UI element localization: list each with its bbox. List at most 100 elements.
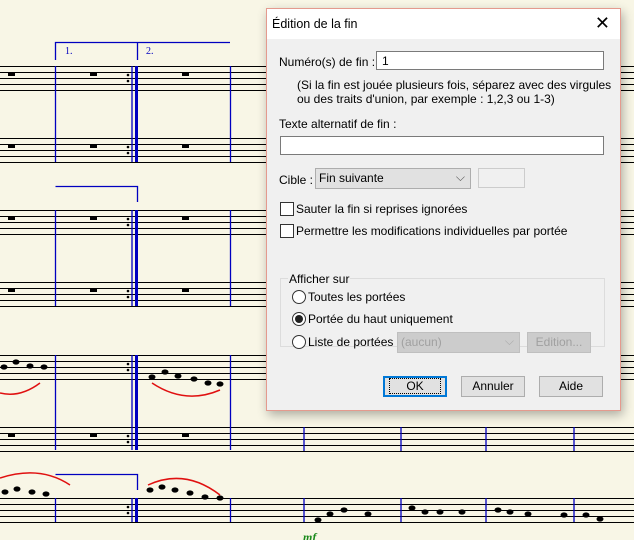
target-label: Cible : (279, 173, 314, 187)
note-head (1, 489, 9, 495)
whole-rest (8, 145, 15, 148)
whole-rest (8, 217, 15, 220)
hint-text-2: ou des traits d'union, par exemple : 1,2… (297, 92, 555, 106)
repeat-dot (126, 145, 130, 149)
note-head (186, 490, 194, 496)
chevron-down-icon: ⌵ (504, 334, 514, 348)
whole-rest (182, 217, 189, 220)
note-head (28, 489, 36, 495)
note-head (201, 494, 209, 500)
skip-ending-checkbox[interactable] (280, 202, 294, 216)
note-head (158, 484, 166, 490)
skip-ending-label[interactable]: Sauter la fin si reprises ignorées (296, 202, 467, 216)
repeat-dot (126, 289, 130, 293)
whole-rest (8, 434, 15, 437)
radio-staff-list[interactable] (292, 335, 306, 349)
show-on-group-label: Afficher sur (288, 272, 351, 286)
note-head (436, 509, 444, 515)
note-head (190, 376, 198, 382)
note-head (174, 373, 182, 379)
whole-rest (90, 73, 97, 76)
whole-rest (90, 145, 97, 148)
repeat-dot (126, 79, 130, 83)
staff-list-value: (aucun) (401, 335, 442, 349)
radio-all-staves[interactable] (292, 290, 306, 304)
title-bar: Édition de la fin ✕ (267, 9, 620, 39)
note-head (216, 381, 224, 387)
repeat-dot (126, 440, 130, 444)
staff-list-select[interactable]: (aucun) ⌵ (397, 332, 520, 353)
dynamic-mark: mf (303, 530, 317, 540)
note-head (596, 516, 604, 522)
note-head (314, 517, 322, 523)
note-head (146, 487, 154, 493)
repeat-dot (126, 73, 130, 77)
whole-rest (90, 217, 97, 220)
radio-all-staves-label[interactable]: Toutes les portées (308, 290, 405, 304)
repeat-dot (126, 434, 130, 438)
allow-individual-label[interactable]: Permettre les modifications individuelle… (296, 224, 567, 238)
whole-rest (182, 73, 189, 76)
target-extra-field (478, 168, 525, 188)
alt-text-label: Texte alternatif de fin : (279, 117, 397, 131)
note-head (506, 509, 514, 515)
close-icon[interactable]: ✕ (595, 13, 610, 33)
cancel-button[interactable]: Annuler (461, 376, 525, 397)
note-head (560, 512, 568, 518)
ending-1-label: 1. (65, 46, 73, 57)
note-head (582, 512, 590, 518)
whole-rest (8, 289, 15, 292)
ok-label: OK (389, 378, 441, 394)
hint-text-1: (Si la fin est jouée plusieurs fois, sép… (297, 78, 612, 92)
whole-rest (90, 434, 97, 437)
target-value: Fin suivante (319, 171, 384, 185)
allow-individual-checkbox[interactable] (280, 224, 294, 238)
whole-rest (182, 289, 189, 292)
note-head (524, 511, 532, 517)
repeat-dot (126, 505, 130, 509)
radio-top-staff[interactable] (292, 312, 306, 326)
note-head (171, 487, 179, 493)
ending-numbers-label: Numéro(s) de fin : (279, 55, 376, 69)
note-head (13, 486, 21, 492)
repeat-dot (126, 223, 130, 227)
note-head (26, 363, 34, 369)
note-head (161, 369, 169, 375)
ending-2-label: 2. (146, 46, 154, 57)
dialog-title: Édition de la fin (272, 17, 358, 31)
whole-rest (182, 434, 189, 437)
note-head (340, 507, 348, 513)
note-head (326, 511, 334, 517)
repeat-dot (126, 151, 130, 155)
radio-staff-list-label[interactable]: Liste de portées : (308, 335, 400, 349)
help-button[interactable]: Aide (539, 376, 603, 397)
whole-rest (182, 145, 189, 148)
note-head (40, 364, 48, 370)
note-head (216, 495, 224, 501)
alt-text-input[interactable] (280, 136, 604, 155)
note-head (148, 374, 156, 380)
repeat-dot (126, 295, 130, 299)
note-head (0, 364, 8, 370)
note-head (42, 491, 50, 497)
ok-button[interactable]: OK (383, 376, 447, 397)
repeat-dot (126, 368, 130, 372)
radio-top-staff-label[interactable]: Portée du haut uniquement (308, 312, 453, 326)
note-head (408, 505, 416, 511)
repeat-dot (126, 217, 130, 221)
note-head (204, 380, 212, 386)
ending-edit-dialog: Édition de la fin ✕ Numéro(s) de fin : 1… (266, 8, 621, 411)
note-head (458, 509, 466, 515)
ending-bracket-1 (54, 41, 230, 60)
note-head (494, 507, 502, 513)
repeat-dot (126, 362, 130, 366)
whole-rest (8, 73, 15, 76)
ending-numbers-input[interactable]: 1 (376, 51, 604, 70)
note-head (421, 509, 429, 515)
edition-button[interactable]: Edition... (527, 332, 591, 353)
note-head (12, 359, 20, 365)
note-head (364, 511, 372, 517)
target-select[interactable]: Fin suivante ⌵ (315, 168, 471, 189)
whole-rest (90, 289, 97, 292)
slur (0, 382, 41, 395)
